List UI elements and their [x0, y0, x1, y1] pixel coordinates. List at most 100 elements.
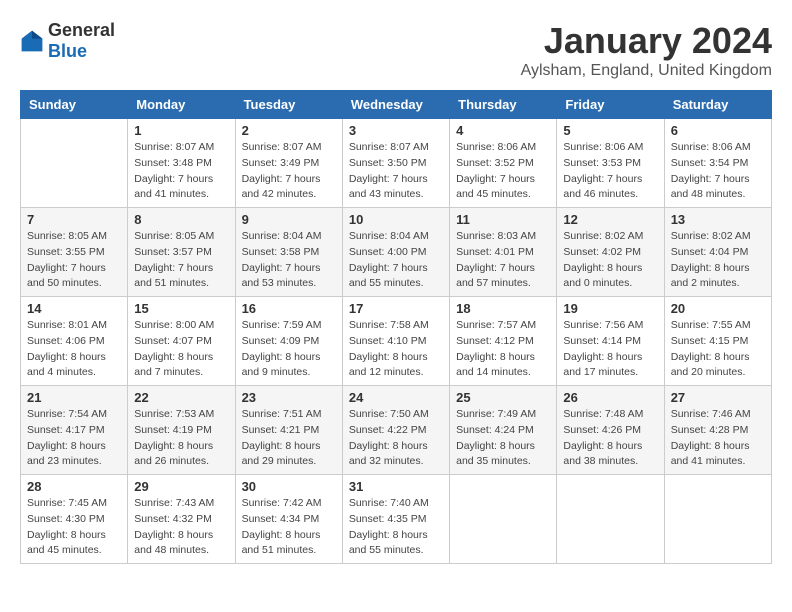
calendar-cell: 8 Sunrise: 8:05 AM Sunset: 3:57 PM Daylig…	[128, 208, 235, 297]
calendar-cell: 6 Sunrise: 8:06 AM Sunset: 3:54 PM Daylig…	[664, 119, 771, 208]
calendar-cell	[450, 475, 557, 564]
calendar-cell: 3Sunrise: 8:07 AM Sunset: 3:50 PM Daylig…	[342, 119, 449, 208]
day-number: 26	[563, 390, 657, 405]
calendar-cell: 9 Sunrise: 8:04 AM Sunset: 3:58 PM Daylig…	[235, 208, 342, 297]
day-info: Sunrise: 7:48 AM Sunset: 4:26 PM Dayligh…	[563, 407, 657, 470]
calendar-cell: 4 Sunrise: 8:06 AM Sunset: 3:52 PM Daylig…	[450, 119, 557, 208]
day-info: Sunrise: 8:07 AM Sunset: 3:49 PM Dayligh…	[242, 140, 336, 203]
day-number: 7	[27, 212, 121, 227]
week-row-1: 1Sunrise: 8:07 AM Sunset: 3:48 PM Daylig…	[21, 119, 772, 208]
day-number: 30	[242, 479, 336, 494]
day-info: Sunrise: 7:49 AM Sunset: 4:24 PM Dayligh…	[456, 407, 550, 470]
calendar-cell: 31 Sunrise: 7:40 AM Sunset: 4:35 PM Dayli…	[342, 475, 449, 564]
calendar-cell: 21 Sunrise: 7:54 AM Sunset: 4:17 PM Dayli…	[21, 386, 128, 475]
calendar-table: SundayMondayTuesdayWednesdayThursdayFrid…	[20, 90, 772, 564]
day-info: Sunrise: 7:45 AM Sunset: 4:30 PM Dayligh…	[27, 496, 121, 559]
page-header: General Blue January 2024 Aylsham, Engla…	[20, 20, 772, 80]
day-number: 5	[563, 123, 657, 138]
day-info: Sunrise: 7:40 AM Sunset: 4:35 PM Dayligh…	[349, 496, 443, 559]
calendar-cell: 2 Sunrise: 8:07 AM Sunset: 3:49 PM Daylig…	[235, 119, 342, 208]
day-info: Sunrise: 8:04 AM Sunset: 4:00 PM Dayligh…	[349, 229, 443, 292]
day-number: 12	[563, 212, 657, 227]
calendar-cell: 13 Sunrise: 8:02 AM Sunset: 4:04 PM Dayli…	[664, 208, 771, 297]
calendar-cell: 30 Sunrise: 7:42 AM Sunset: 4:34 PM Dayli…	[235, 475, 342, 564]
calendar-cell: 24 Sunrise: 7:50 AM Sunset: 4:22 PM Dayli…	[342, 386, 449, 475]
day-info: Sunrise: 7:57 AM Sunset: 4:12 PM Dayligh…	[456, 318, 550, 381]
day-number: 15	[134, 301, 228, 316]
day-info: Sunrise: 7:59 AM Sunset: 4:09 PM Dayligh…	[242, 318, 336, 381]
logo-blue: Blue	[48, 41, 87, 61]
day-info: Sunrise: 8:02 AM Sunset: 4:02 PM Dayligh…	[563, 229, 657, 292]
calendar-cell: 17 Sunrise: 7:58 AM Sunset: 4:10 PM Dayli…	[342, 297, 449, 386]
day-number: 18	[456, 301, 550, 316]
day-info: Sunrise: 8:05 AM Sunset: 3:55 PM Dayligh…	[27, 229, 121, 292]
calendar-cell: 25Sunrise: 7:49 AM Sunset: 4:24 PM Dayli…	[450, 386, 557, 475]
column-header-tuesday: Tuesday	[235, 91, 342, 119]
day-info: Sunrise: 7:58 AM Sunset: 4:10 PM Dayligh…	[349, 318, 443, 381]
day-number: 24	[349, 390, 443, 405]
day-info: Sunrise: 8:07 AM Sunset: 3:48 PM Dayligh…	[134, 140, 228, 203]
day-number: 19	[563, 301, 657, 316]
day-info: Sunrise: 8:01 AM Sunset: 4:06 PM Dayligh…	[27, 318, 121, 381]
day-number: 31	[349, 479, 443, 494]
day-number: 9	[242, 212, 336, 227]
logo: General Blue	[20, 20, 115, 62]
day-info: Sunrise: 8:05 AM Sunset: 3:57 PM Dayligh…	[134, 229, 228, 292]
day-info: Sunrise: 7:53 AM Sunset: 4:19 PM Dayligh…	[134, 407, 228, 470]
day-number: 8	[134, 212, 228, 227]
column-header-sunday: Sunday	[21, 91, 128, 119]
day-number: 17	[349, 301, 443, 316]
day-info: Sunrise: 8:06 AM Sunset: 3:52 PM Dayligh…	[456, 140, 550, 203]
calendar-cell	[664, 475, 771, 564]
day-number: 28	[27, 479, 121, 494]
day-info: Sunrise: 7:42 AM Sunset: 4:34 PM Dayligh…	[242, 496, 336, 559]
calendar-cell: 28 Sunrise: 7:45 AM Sunset: 4:30 PM Dayli…	[21, 475, 128, 564]
column-header-monday: Monday	[128, 91, 235, 119]
day-number: 29	[134, 479, 228, 494]
calendar-cell: 1Sunrise: 8:07 AM Sunset: 3:48 PM Daylig…	[128, 119, 235, 208]
day-number: 23	[242, 390, 336, 405]
day-number: 16	[242, 301, 336, 316]
calendar-cell: 27Sunrise: 7:46 AM Sunset: 4:28 PM Dayli…	[664, 386, 771, 475]
week-row-3: 14 Sunrise: 8:01 AM Sunset: 4:06 PM Dayli…	[21, 297, 772, 386]
day-info: Sunrise: 8:00 AM Sunset: 4:07 PM Dayligh…	[134, 318, 228, 381]
day-number: 6	[671, 123, 765, 138]
day-number: 21	[27, 390, 121, 405]
calendar-cell: 29 Sunrise: 7:43 AM Sunset: 4:32 PM Dayli…	[128, 475, 235, 564]
title-area: January 2024 Aylsham, England, United Ki…	[521, 20, 772, 80]
day-info: Sunrise: 8:06 AM Sunset: 3:54 PM Dayligh…	[671, 140, 765, 203]
day-number: 20	[671, 301, 765, 316]
week-row-2: 7 Sunrise: 8:05 AM Sunset: 3:55 PM Daylig…	[21, 208, 772, 297]
day-number: 2	[242, 123, 336, 138]
day-number: 11	[456, 212, 550, 227]
day-info: Sunrise: 7:43 AM Sunset: 4:32 PM Dayligh…	[134, 496, 228, 559]
calendar-cell: 11 Sunrise: 8:03 AM Sunset: 4:01 PM Dayli…	[450, 208, 557, 297]
day-info: Sunrise: 8:02 AM Sunset: 4:04 PM Dayligh…	[671, 229, 765, 292]
page-subtitle: Aylsham, England, United Kingdom	[521, 62, 772, 80]
day-info: Sunrise: 8:04 AM Sunset: 3:58 PM Dayligh…	[242, 229, 336, 292]
day-info: Sunrise: 7:56 AM Sunset: 4:14 PM Dayligh…	[563, 318, 657, 381]
day-info: Sunrise: 8:03 AM Sunset: 4:01 PM Dayligh…	[456, 229, 550, 292]
day-info: Sunrise: 8:06 AM Sunset: 3:53 PM Dayligh…	[563, 140, 657, 203]
calendar-cell: 14 Sunrise: 8:01 AM Sunset: 4:06 PM Dayli…	[21, 297, 128, 386]
day-number: 13	[671, 212, 765, 227]
day-number: 4	[456, 123, 550, 138]
day-info: Sunrise: 7:50 AM Sunset: 4:22 PM Dayligh…	[349, 407, 443, 470]
day-info: Sunrise: 7:54 AM Sunset: 4:17 PM Dayligh…	[27, 407, 121, 470]
calendar-cell	[21, 119, 128, 208]
logo-general: General	[48, 20, 115, 40]
calendar-header-row: SundayMondayTuesdayWednesdayThursdayFrid…	[21, 91, 772, 119]
calendar-cell: 18 Sunrise: 7:57 AM Sunset: 4:12 PM Dayli…	[450, 297, 557, 386]
day-number: 14	[27, 301, 121, 316]
day-number: 10	[349, 212, 443, 227]
column-header-wednesday: Wednesday	[342, 91, 449, 119]
column-header-friday: Friday	[557, 91, 664, 119]
calendar-cell: 16 Sunrise: 7:59 AM Sunset: 4:09 PM Dayli…	[235, 297, 342, 386]
day-number: 22	[134, 390, 228, 405]
day-number: 3	[349, 123, 443, 138]
column-header-thursday: Thursday	[450, 91, 557, 119]
page-title: January 2024	[521, 20, 772, 62]
logo-icon	[20, 29, 44, 53]
week-row-4: 21 Sunrise: 7:54 AM Sunset: 4:17 PM Dayli…	[21, 386, 772, 475]
calendar-cell: 26 Sunrise: 7:48 AM Sunset: 4:26 PM Dayli…	[557, 386, 664, 475]
